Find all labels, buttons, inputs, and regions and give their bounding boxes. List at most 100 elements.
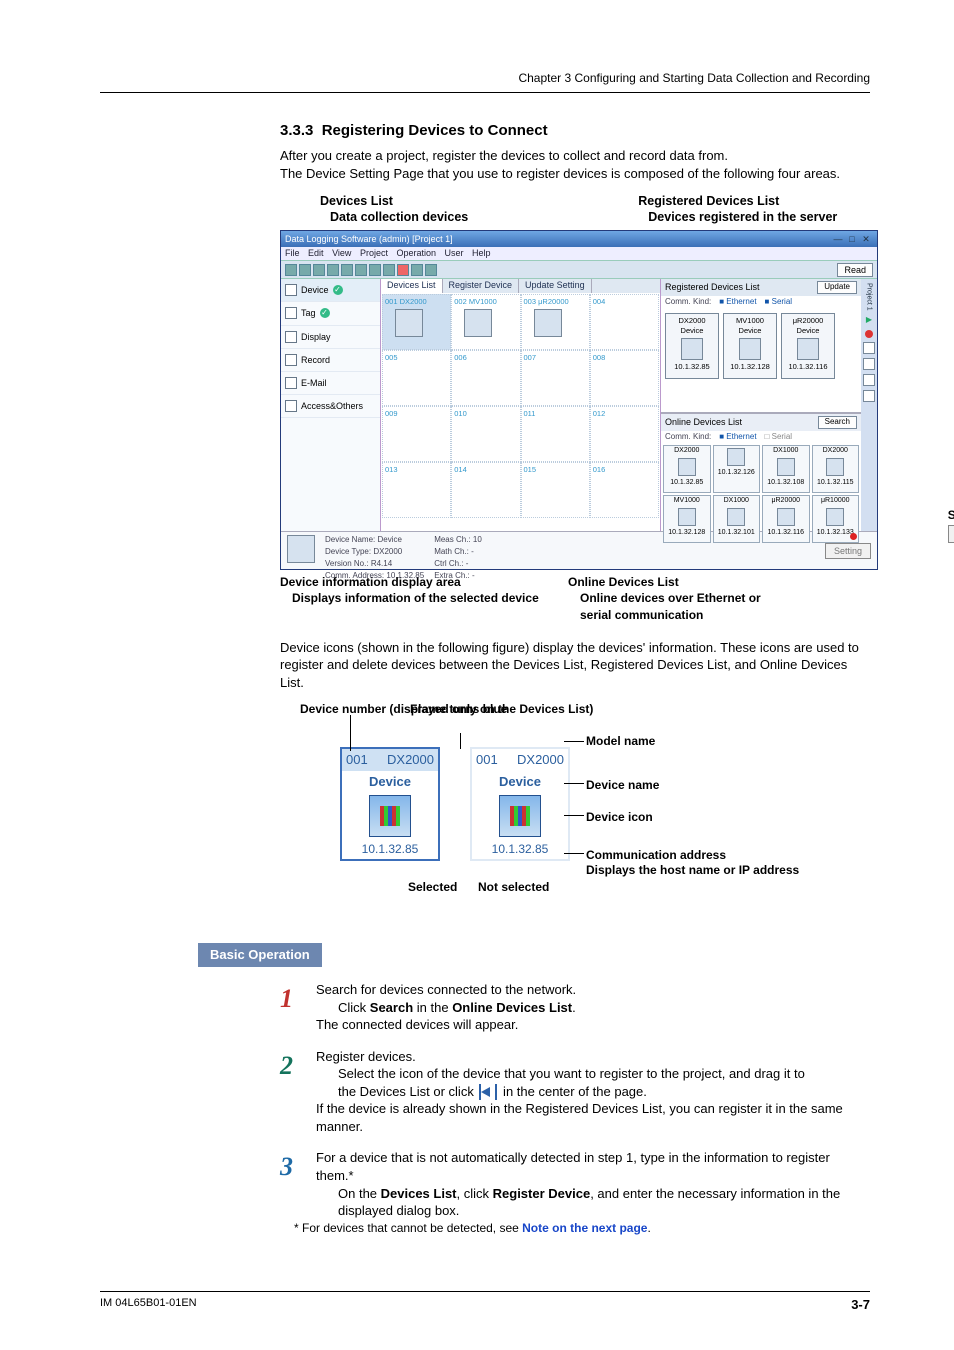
step-3: 3 For a device that is not automatically… xyxy=(280,1149,870,1235)
toolbar-icon[interactable] xyxy=(313,264,325,276)
device-icon xyxy=(369,795,411,837)
online-device-card[interactable]: μR2000010.1.32.116 xyxy=(762,495,810,543)
menu-file[interactable]: File xyxy=(285,248,300,258)
device-cell[interactable]: 007 xyxy=(521,350,590,406)
device-cell[interactable]: 013 xyxy=(382,462,451,518)
online-device-card[interactable]: DX100010.1.32.108 xyxy=(762,445,810,493)
toolbar-icon[interactable] xyxy=(299,264,311,276)
toolbar-icon[interactable] xyxy=(327,264,339,276)
window-titlebar: Data Logging Software (admin) [Project 1… xyxy=(281,231,877,247)
label-device-icon: Device icon xyxy=(586,809,653,825)
step3-line1: For a device that is not automatically d… xyxy=(316,1149,870,1184)
tool-icon[interactable] xyxy=(863,390,875,402)
check-icon: ✓ xyxy=(333,285,343,295)
tool-icon[interactable] xyxy=(863,374,875,386)
tab-register-device[interactable]: Register Device xyxy=(443,279,520,293)
menu-edit[interactable]: Edit xyxy=(308,248,324,258)
device-cell[interactable]: 012 xyxy=(590,406,659,462)
maximize-icon[interactable]: □ xyxy=(845,233,859,245)
nav-access[interactable]: Access&Others xyxy=(281,395,380,418)
device-cell[interactable]: 015 xyxy=(521,462,590,518)
online-device-card[interactable]: DX200010.1.32.115 xyxy=(812,445,860,493)
toolbar-icon[interactable] xyxy=(355,264,367,276)
registered-body[interactable]: DX2000Device10.1.32.85 MV1000Device10.1.… xyxy=(661,309,861,413)
figure-device-icon: Device number (displayed only on the Dev… xyxy=(280,701,870,921)
callout-devices-list: Devices List xyxy=(320,193,468,210)
tool-icon[interactable] xyxy=(863,358,875,370)
device-icon xyxy=(826,458,844,476)
online-device-card[interactable]: 10.1.32.126 xyxy=(713,445,761,493)
nav-display[interactable]: Display xyxy=(281,326,380,349)
note-link[interactable]: Note on the next page xyxy=(522,1221,647,1235)
window-buttons[interactable]: —□✕ xyxy=(831,233,873,245)
menu-user[interactable]: User xyxy=(445,248,464,258)
project-tab[interactable]: Project 1 xyxy=(864,283,873,311)
callout-devices-sub: Data collection devices xyxy=(330,209,468,226)
device-cell[interactable]: 006 xyxy=(451,350,520,406)
chapter-header: Chapter 3 Configuring and Starting Data … xyxy=(100,70,870,93)
check-icon: ✓ xyxy=(320,308,330,318)
toolbar-icon[interactable] xyxy=(411,264,423,276)
toolbar-icon[interactable] xyxy=(285,264,297,276)
search-button[interactable]: Search xyxy=(818,416,857,429)
doc-number: IM 04L65B01-01EN xyxy=(100,1296,197,1314)
device-cell[interactable]: 003 μR20000 xyxy=(521,294,590,350)
device-icon xyxy=(287,535,315,563)
tool-icon[interactable] xyxy=(863,342,875,354)
device-icon xyxy=(777,458,795,476)
device-card-notselected: 001DX2000 Device 10.1.32.85 xyxy=(470,747,570,860)
register-arrow-icon xyxy=(479,1084,497,1100)
setting-button[interactable]: Setting xyxy=(825,543,871,559)
device-icon xyxy=(727,508,745,526)
device-cell[interactable]: 009 xyxy=(382,406,451,462)
registered-device-card[interactable]: μR20000Device10.1.32.116 xyxy=(781,313,835,379)
device-icon xyxy=(739,338,761,360)
toolbar-icon[interactable] xyxy=(425,264,437,276)
step-2: 2 Register devices. Select the icon of t… xyxy=(280,1048,870,1136)
record-dot-icon[interactable] xyxy=(865,330,873,338)
nav-device[interactable]: Device✓ xyxy=(281,279,380,302)
toolbar-icon[interactable] xyxy=(369,264,381,276)
menu-view[interactable]: View xyxy=(332,248,351,258)
read-button[interactable]: Read xyxy=(837,263,873,277)
devices-list-panel: Devices List Register Device Update Sett… xyxy=(381,279,661,531)
nav-record[interactable]: Record xyxy=(281,349,380,372)
tab-update-setting[interactable]: Update Setting xyxy=(519,279,592,293)
section-number: 3.3.3 xyxy=(280,122,313,139)
device-cell[interactable]: 002 MV1000 xyxy=(451,294,520,350)
card-address: 10.1.32.85 xyxy=(342,839,438,859)
device-cell[interactable]: 014 xyxy=(451,462,520,518)
device-cell[interactable]: 011 xyxy=(521,406,590,462)
tab-devices-list[interactable]: Devices List xyxy=(381,279,443,293)
registered-device-card[interactable]: DX2000Device10.1.32.85 xyxy=(665,313,719,379)
update-button[interactable]: Update xyxy=(817,281,857,294)
nav-email[interactable]: E-Mail xyxy=(281,372,380,395)
devices-grid[interactable]: 001 DX2000 002 MV1000 003 μR20000 004 00… xyxy=(381,293,660,531)
menu-bar[interactable]: File Edit View Project Operation User He… xyxy=(281,247,877,261)
minimize-icon[interactable]: — xyxy=(831,233,845,245)
registered-device-card[interactable]: MV1000Device10.1.32.128 xyxy=(723,313,777,379)
device-cell[interactable]: 010 xyxy=(451,406,520,462)
menu-operation[interactable]: Operation xyxy=(396,248,436,258)
step2-line2: Select the icon of the device that you w… xyxy=(338,1065,870,1083)
menu-project[interactable]: Project xyxy=(360,248,388,258)
device-cell[interactable]: 016 xyxy=(590,462,659,518)
online-device-card[interactable]: DX200010.1.32.85 xyxy=(663,445,711,493)
toolbar-icon[interactable] xyxy=(341,264,353,276)
card-name: Device xyxy=(342,771,438,793)
online-device-card[interactable]: DX100010.1.32.101 xyxy=(713,495,761,543)
close-icon[interactable]: ✕ xyxy=(859,233,873,245)
label-selected: Selected xyxy=(408,879,457,895)
access-icon xyxy=(285,400,297,412)
online-device-card[interactable]: MV100010.1.32.128 xyxy=(663,495,711,543)
toolbar-icon[interactable] xyxy=(383,264,395,276)
toolbar[interactable]: Read xyxy=(281,261,877,279)
menu-help[interactable]: Help xyxy=(472,248,491,258)
nav-tag[interactable]: Tag✓ xyxy=(281,302,380,325)
device-cell[interactable]: 001 DX2000 xyxy=(382,294,451,350)
device-cell[interactable]: 008 xyxy=(590,350,659,406)
delete-icon[interactable] xyxy=(397,264,409,276)
online-body[interactable]: DX200010.1.32.85 10.1.32.126 DX100010.1.… xyxy=(661,443,861,545)
device-cell[interactable]: 005 xyxy=(382,350,451,406)
device-cell[interactable]: 004 xyxy=(590,294,659,350)
